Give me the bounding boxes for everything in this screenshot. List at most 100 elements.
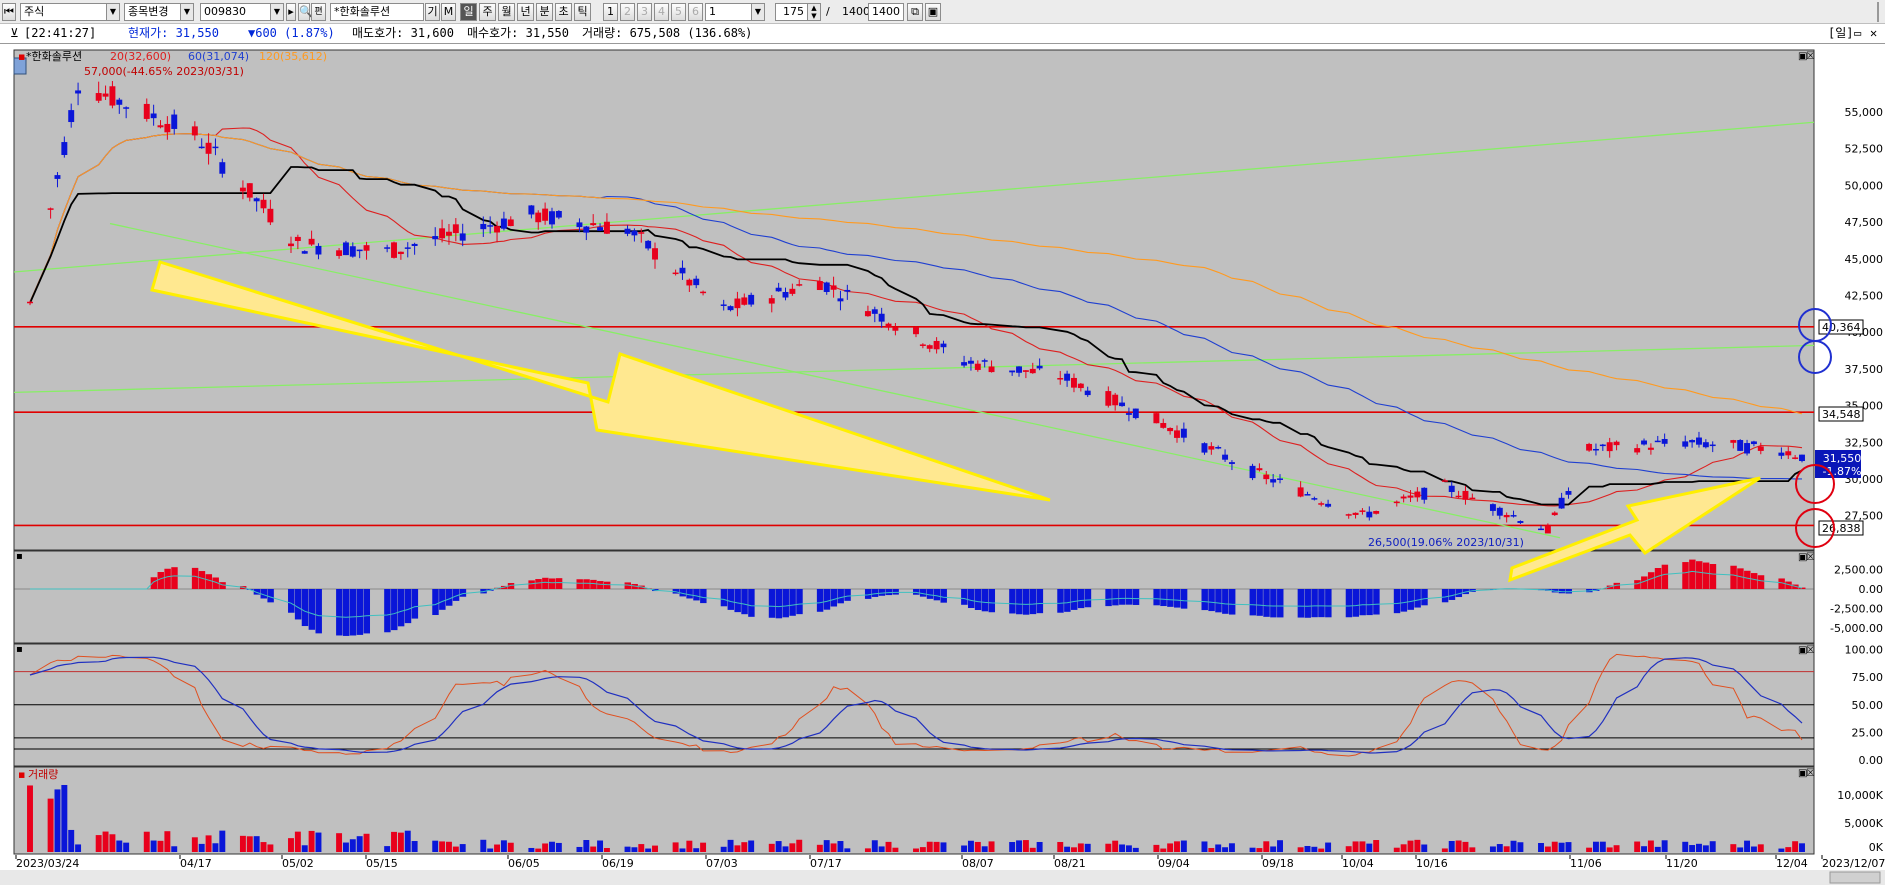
candle-up	[1394, 502, 1400, 504]
candle-up	[398, 252, 404, 254]
stock-chart[interactable]: 55,00052,50050,00047,50045,00042,50040,0…	[0, 44, 1885, 885]
candle-up	[734, 299, 740, 309]
panel-close-icon[interactable]: ☒	[1806, 768, 1815, 779]
volume-axis-tick: 5,000K	[1844, 817, 1883, 830]
stock-name-value: *한화솔루션	[334, 5, 390, 18]
period-day-tab[interactable]: 일	[460, 3, 477, 21]
total-label: 1400	[842, 5, 870, 18]
gi-button[interactable]: 기	[425, 3, 440, 21]
save-icon[interactable]: ▣	[925, 3, 941, 21]
period-month-tab[interactable]: 월	[498, 3, 515, 21]
volume-bar	[824, 840, 830, 852]
macd-bar	[1737, 568, 1743, 589]
panel-collapse-icon[interactable]: ▪	[16, 644, 23, 655]
search-icon[interactable]: 🔍	[298, 3, 310, 21]
macd-bar	[1703, 563, 1709, 589]
candle-up	[206, 143, 212, 154]
change-item-select[interactable]: 종목변경 ▼	[124, 3, 194, 21]
macd-bar	[1277, 589, 1283, 617]
num-select[interactable]: 1 ▼	[705, 3, 765, 21]
period-year-tab[interactable]: 년	[517, 3, 534, 21]
num-button-3[interactable]: 3	[637, 3, 652, 21]
num-button-5[interactable]: 5	[671, 3, 686, 21]
x-axis-label: 2023/03/24	[16, 857, 79, 870]
stoch-axis-tick: 75.00	[1852, 671, 1884, 684]
macd-bar	[872, 589, 878, 597]
edit-button[interactable]: 편	[311, 3, 326, 21]
macd-bar	[796, 589, 802, 614]
panel-close-icon[interactable]: ☒	[1806, 645, 1815, 656]
volume-bar	[686, 841, 692, 852]
candle-up	[261, 200, 267, 209]
volume-bar	[583, 840, 589, 852]
macd-bar	[1208, 589, 1214, 611]
period-second-tab[interactable]: 초	[555, 3, 572, 21]
volume-bar	[1071, 847, 1077, 852]
volume-bar	[412, 841, 418, 852]
candle-down	[961, 362, 967, 365]
candle-down	[1559, 498, 1565, 509]
chart-area[interactable]: 55,00052,50050,00047,50045,00042,50040,0…	[0, 44, 1885, 885]
stock-name-field[interactable]: *한화솔루션	[330, 3, 424, 21]
volume-bar	[1311, 847, 1317, 852]
macd-bar	[913, 589, 919, 595]
panel-close-icon[interactable]: ☒	[1806, 51, 1815, 62]
volume-bar	[631, 847, 637, 852]
first-icon[interactable]: ⏮	[2, 3, 16, 21]
period-minute-tab[interactable]: 분	[536, 3, 553, 21]
candle-down	[1737, 440, 1743, 451]
code-input[interactable]: 009830 ▼	[200, 3, 284, 21]
num-button-6[interactable]: 6	[688, 3, 703, 21]
volume-bar	[1744, 841, 1750, 852]
count-slash: /	[826, 5, 830, 18]
price-axis-tick: 32,500	[1845, 436, 1884, 449]
macd-bar	[288, 589, 294, 613]
volume-bar	[240, 836, 246, 852]
price-axis-tick: 42,500	[1845, 290, 1884, 303]
market-select[interactable]: 주식 ▼	[20, 3, 120, 21]
candle-down	[1085, 391, 1091, 395]
num-button-2[interactable]: 2	[620, 3, 635, 21]
candle-up	[604, 222, 610, 234]
m-button[interactable]: M	[441, 3, 456, 21]
minimize-icon[interactable]: ▭	[1854, 24, 1861, 43]
period-tick-tab[interactable]: 틱	[574, 3, 591, 21]
zoom-controls[interactable]	[1830, 872, 1880, 883]
macd-bar	[1311, 589, 1317, 617]
pin-icon[interactable]: ⊻	[10, 24, 19, 43]
horizontal-scrollbar[interactable]	[0, 870, 1885, 885]
play-icon[interactable]: ▸	[286, 3, 296, 21]
candle-up	[1373, 511, 1379, 514]
candle-up	[240, 188, 246, 192]
volume-bar	[865, 848, 871, 852]
panel-collapse-icon[interactable]: ▪	[16, 551, 23, 562]
volume-panel[interactable]	[14, 767, 1814, 854]
volume-bar	[1126, 845, 1132, 852]
bid-price: 매수호가: 31,550	[467, 24, 569, 43]
macd-bar	[1181, 589, 1187, 609]
macd-axis-tick: 0.00	[1859, 583, 1884, 596]
volume-bar	[1057, 842, 1063, 852]
volume-bar	[206, 835, 212, 852]
x-axis-label: 08/21	[1054, 857, 1086, 870]
num-button-1[interactable]: 1	[603, 3, 618, 21]
candle-down	[75, 90, 81, 93]
panel-close-icon[interactable]: ☒	[1806, 552, 1815, 563]
spinner-icon[interactable]: ▲▼	[807, 4, 820, 20]
macd-bar	[1730, 566, 1736, 589]
volume-bar	[645, 849, 651, 852]
volume-bar	[1586, 848, 1592, 852]
candle-down	[1593, 449, 1599, 451]
x-axis-label: 07/17	[810, 857, 842, 870]
candle-up	[975, 364, 981, 370]
volume-bar	[109, 834, 115, 852]
export-icon[interactable]: ⧉	[907, 3, 923, 21]
volume-bar	[789, 843, 795, 852]
close-icon[interactable]: ✕	[1870, 24, 1877, 43]
num-button-4[interactable]: 4	[654, 3, 669, 21]
count-input[interactable]: 175 ▲▼	[775, 3, 821, 21]
candle-up	[1208, 446, 1214, 449]
total-input[interactable]: 1400	[868, 3, 904, 21]
period-week-tab[interactable]: 주	[479, 3, 496, 21]
macd-bar	[1119, 589, 1125, 605]
